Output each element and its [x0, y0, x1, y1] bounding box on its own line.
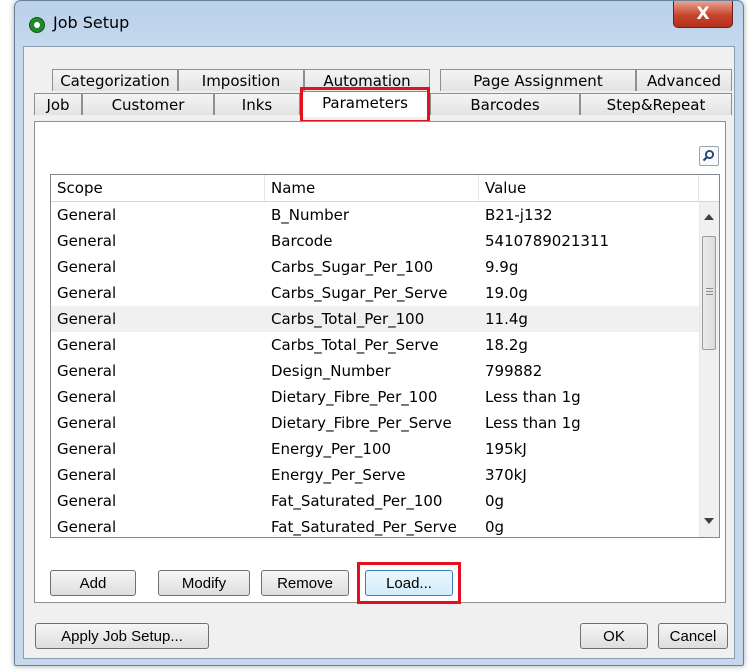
table-row[interactable]: General Carbs_Sugar_Per_Serve 19.0g: [51, 280, 699, 306]
cell-name: Energy_Per_100: [271, 440, 392, 458]
table-row[interactable]: General Fat_Saturated_Per_Serve 0g: [51, 514, 699, 537]
cell-scope: General: [57, 258, 117, 276]
cell-name: Carbs_Sugar_Per_Serve: [271, 284, 448, 302]
remove-button[interactable]: Remove: [261, 570, 349, 596]
scrollbar-thumb[interactable]: [702, 236, 716, 350]
cell-scope: General: [57, 310, 117, 328]
table-row[interactable]: General Energy_Per_100 195kJ: [51, 436, 699, 462]
cell-scope: General: [57, 232, 117, 250]
cell-name: Energy_Per_Serve: [271, 466, 406, 484]
cell-value: B21-j132: [485, 206, 553, 224]
vertical-scrollbar[interactable]: [699, 202, 719, 537]
close-icon: X: [696, 4, 710, 24]
cell-value: 18.2g: [485, 336, 528, 354]
search-icon: [702, 150, 714, 162]
table-row[interactable]: General Carbs_Total_Per_100 11.4g: [51, 306, 699, 332]
job-setup-window: Job Setup X Categorization Imposition Au…: [14, 0, 744, 666]
cell-name: Carbs_Total_Per_100: [271, 310, 425, 328]
table-row[interactable]: General Energy_Per_Serve 370kJ: [51, 462, 699, 488]
cell-value: Less than 1g: [485, 388, 581, 406]
cell-name: B_Number: [271, 206, 350, 224]
add-button[interactable]: Add: [50, 570, 136, 596]
cell-name: Dietary_Fibre_Per_100: [271, 388, 438, 406]
cell-value: 11.4g: [485, 310, 528, 328]
cell-name: Barcode: [271, 232, 333, 250]
close-button[interactable]: X: [673, 1, 733, 28]
grip-line: [706, 288, 713, 289]
app-icon: [29, 17, 45, 33]
cell-name: Fat_Saturated_Per_Serve: [271, 518, 457, 536]
scroll-down-icon[interactable]: [704, 518, 714, 524]
table-header: Scope Name Value: [51, 175, 719, 202]
cell-value: 195kJ: [485, 440, 527, 458]
table-row[interactable]: General Carbs_Sugar_Per_100 9.9g: [51, 254, 699, 280]
tab-step-repeat[interactable]: Step&Repeat: [580, 93, 732, 115]
dialog-client-area: Categorization Imposition Automation Pag…: [23, 46, 735, 659]
cell-name: Carbs_Sugar_Per_100: [271, 258, 434, 276]
cell-scope: General: [57, 518, 117, 536]
cell-value: 370kJ: [485, 466, 527, 484]
cell-value: 19.0g: [485, 284, 528, 302]
table-row[interactable]: General Barcode 5410789021311: [51, 228, 699, 254]
apply-job-setup-button[interactable]: Apply Job Setup...: [35, 623, 209, 649]
tab-inks[interactable]: Inks: [214, 93, 300, 115]
tab-page-assignment[interactable]: Page Assignment: [440, 69, 636, 91]
search-button[interactable]: [699, 146, 719, 166]
cell-value: Less than 1g: [485, 414, 581, 432]
table-row[interactable]: General Design_Number 799882: [51, 358, 699, 384]
cell-value: 799882: [485, 362, 543, 380]
column-header-name[interactable]: Name: [265, 175, 479, 201]
cell-value: 0g: [485, 492, 505, 510]
table-row[interactable]: General Carbs_Total_Per_Serve 18.2g: [51, 332, 699, 358]
column-header-value[interactable]: Value: [479, 175, 699, 201]
grip-line: [706, 291, 713, 292]
cell-scope: General: [57, 362, 117, 380]
column-header-scope[interactable]: Scope: [51, 175, 265, 201]
tab-imposition[interactable]: Imposition: [178, 69, 304, 91]
cell-scope: General: [57, 414, 117, 432]
cell-scope: General: [57, 284, 117, 302]
table-row[interactable]: General Dietary_Fibre_Per_Serve Less than …: [51, 410, 699, 436]
cell-scope: General: [57, 388, 117, 406]
title-bar[interactable]: Job Setup X: [15, 1, 743, 46]
modify-button[interactable]: Modify: [158, 570, 250, 596]
parameters-tab-highlight: [300, 87, 430, 123]
tab-job[interactable]: Job: [34, 93, 82, 115]
cell-name: Dietary_Fibre_Per_Serve: [271, 414, 452, 432]
cell-name: Carbs_Total_Per_Serve: [271, 336, 439, 354]
tab-customer[interactable]: Customer: [82, 93, 214, 115]
grip-line: [706, 294, 713, 295]
parameters-panel: Scope Name Value General B_Number B21-j132…: [34, 121, 726, 604]
tab-categorization[interactable]: Categorization: [52, 69, 178, 91]
ok-button[interactable]: OK: [580, 623, 648, 649]
scroll-up-icon[interactable]: [704, 214, 714, 220]
tab-barcodes[interactable]: Barcodes: [430, 93, 580, 115]
cell-scope: General: [57, 440, 117, 458]
parameters-table: Scope Name Value General B_Number B21-j132…: [50, 174, 720, 538]
cell-value: 5410789021311: [485, 232, 610, 250]
cell-value: 0g: [485, 518, 505, 536]
tab-advanced[interactable]: Advanced: [636, 69, 732, 91]
window-title: Job Setup: [53, 13, 130, 32]
load-button-highlight: [357, 562, 461, 604]
cell-scope: General: [57, 492, 117, 510]
table-row[interactable]: General Fat_Saturated_Per_100 0g: [51, 488, 699, 514]
cell-scope: General: [57, 206, 117, 224]
cancel-button[interactable]: Cancel: [658, 623, 728, 649]
table-row[interactable]: General Dietary_Fibre_Per_100 Less than 1g: [51, 384, 699, 410]
cell-name: Fat_Saturated_Per_100: [271, 492, 443, 510]
table-row[interactable]: General B_Number B21-j132: [51, 202, 699, 228]
cell-value: 9.9g: [485, 258, 519, 276]
cell-scope: General: [57, 336, 117, 354]
cell-scope: General: [57, 466, 117, 484]
cell-name: Design_Number: [271, 362, 391, 380]
